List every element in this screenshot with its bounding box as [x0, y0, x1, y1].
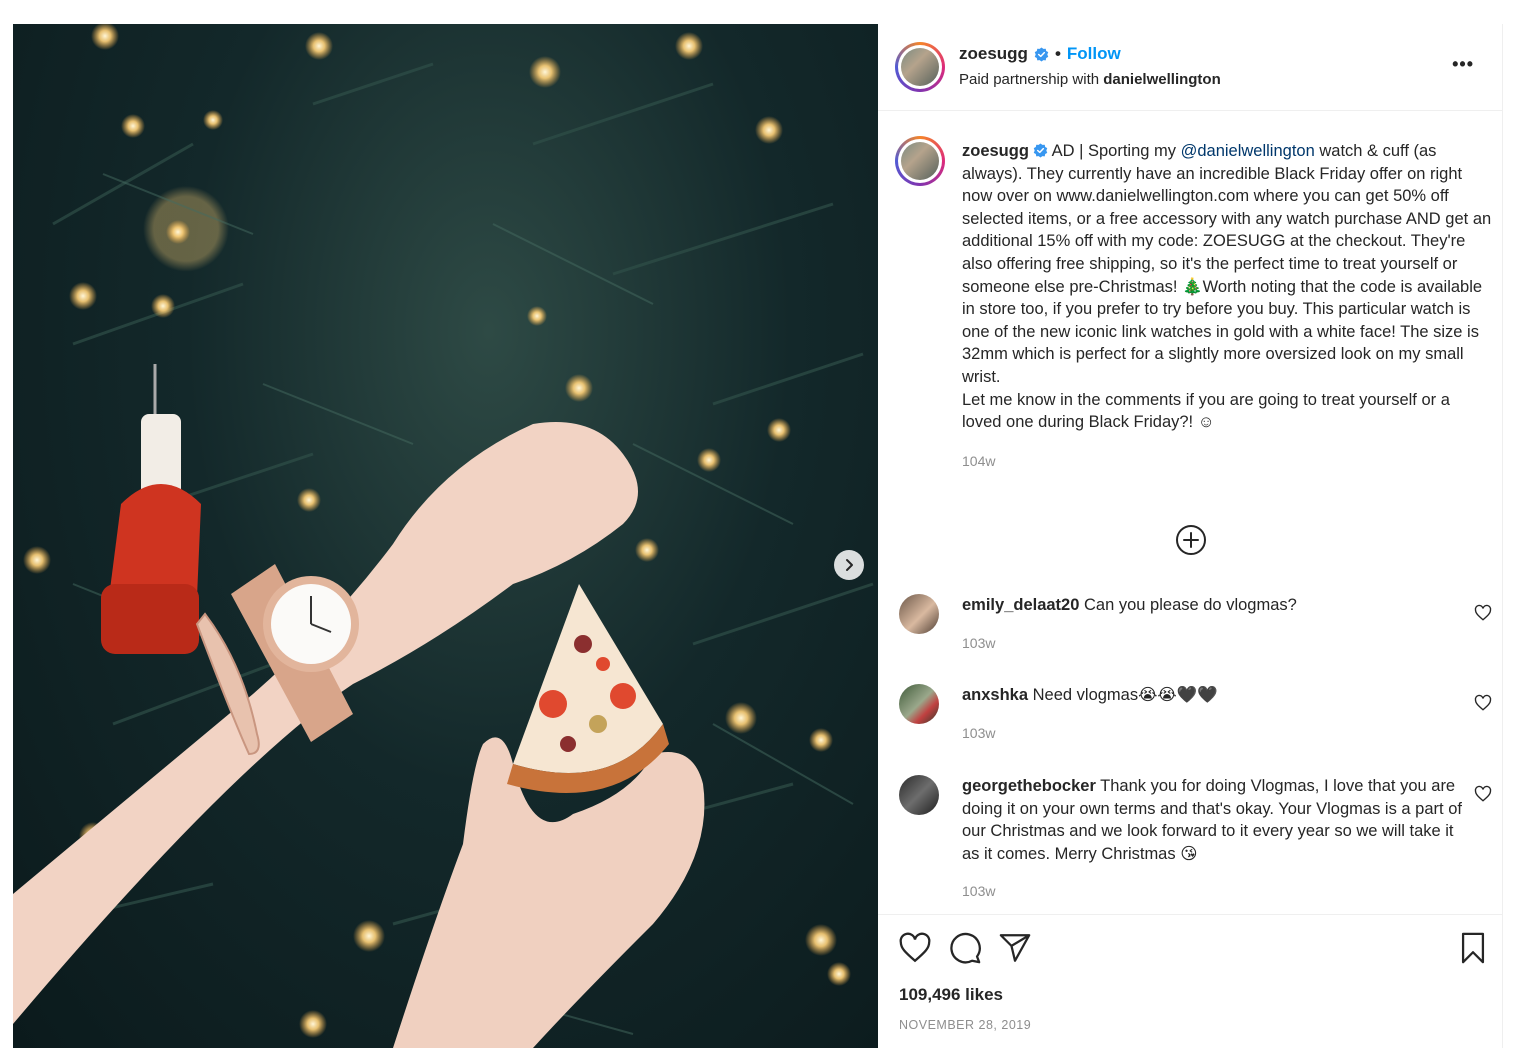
- commenter-avatar[interactable]: [899, 684, 939, 724]
- caption-username[interactable]: zoesugg: [962, 142, 1029, 160]
- separator-dot: •: [1054, 44, 1061, 63]
- commenter-avatar[interactable]: [899, 775, 939, 815]
- caption-author-avatar[interactable]: [895, 136, 945, 186]
- partnership-prefix: Paid partnership with: [959, 71, 1100, 88]
- likes-count[interactable]: 109,496 likes: [899, 985, 1003, 1005]
- comment-username[interactable]: anxshka: [962, 686, 1028, 704]
- comment-like-heart-icon[interactable]: [1474, 694, 1492, 712]
- share-paper-plane-icon[interactable]: [998, 931, 1032, 965]
- chevron-right-icon: [846, 559, 853, 571]
- comment-item: anxshka Need vlogmas😭😭🖤🖤 103w: [962, 684, 1462, 744]
- caption-age[interactable]: 104w: [962, 450, 1492, 473]
- photo-scene: [13, 24, 874, 1048]
- paid-partnership-line: Paid partnership with danielwellington: [959, 71, 1221, 88]
- comment-like-heart-icon[interactable]: [1474, 604, 1492, 622]
- caption-mention-link[interactable]: @danielwellington: [1181, 142, 1315, 160]
- caption-text-body: watch & cuff (as always). They currently…: [962, 142, 1492, 386]
- post-actions-bar: 109,496 likes NOVEMBER 28, 2019: [878, 914, 1502, 1049]
- post-details-panel: zoesugg • Follow Paid partnership with d…: [878, 24, 1503, 1048]
- save-bookmark-icon[interactable]: [1456, 931, 1490, 965]
- comment-username[interactable]: georgethebocker: [962, 777, 1096, 795]
- post-date[interactable]: NOVEMBER 28, 2019: [899, 1018, 1031, 1032]
- comment-username[interactable]: emily_delaat20: [962, 596, 1079, 614]
- author-avatar[interactable]: [895, 42, 945, 92]
- load-more-comments-icon[interactable]: [1175, 524, 1207, 556]
- author-line: zoesugg • Follow: [959, 44, 1121, 64]
- comment-age[interactable]: 103w: [962, 722, 1462, 745]
- comment-text: Need vlogmas😭😭🖤🖤: [1028, 686, 1218, 704]
- post-photo[interactable]: [13, 24, 878, 1048]
- comment-item: emily_delaat20 Can you please do vlogmas…: [962, 594, 1462, 654]
- comment-bubble-icon[interactable]: [948, 931, 982, 965]
- post-caption: zoesugg AD | Sporting my @danielwellingt…: [962, 140, 1492, 472]
- comment-item: georgethebocker Thank you for doing Vlog…: [962, 775, 1462, 903]
- follow-button[interactable]: Follow: [1067, 44, 1121, 64]
- post-header: zoesugg • Follow Paid partnership with d…: [878, 24, 1502, 111]
- verified-badge-icon: [1034, 46, 1049, 62]
- author-username[interactable]: zoesugg: [959, 44, 1028, 64]
- commenter-avatar[interactable]: [899, 594, 939, 634]
- comment-age[interactable]: 103w: [962, 632, 1462, 655]
- comment-text: Can you please do vlogmas?: [1079, 596, 1297, 614]
- caption-text-closing: Let me know in the comments if you are g…: [962, 390, 1450, 432]
- verified-badge-icon: [1033, 143, 1048, 158]
- caption-text-start: AD | Sporting my: [1047, 142, 1181, 160]
- more-options-icon[interactable]: •••: [1452, 54, 1474, 75]
- like-heart-icon[interactable]: [898, 931, 932, 965]
- comment-age[interactable]: 103w: [962, 880, 1462, 903]
- partner-username[interactable]: danielwellington: [1103, 71, 1221, 88]
- comment-like-heart-icon[interactable]: [1474, 785, 1492, 803]
- next-slide-button[interactable]: [834, 550, 864, 580]
